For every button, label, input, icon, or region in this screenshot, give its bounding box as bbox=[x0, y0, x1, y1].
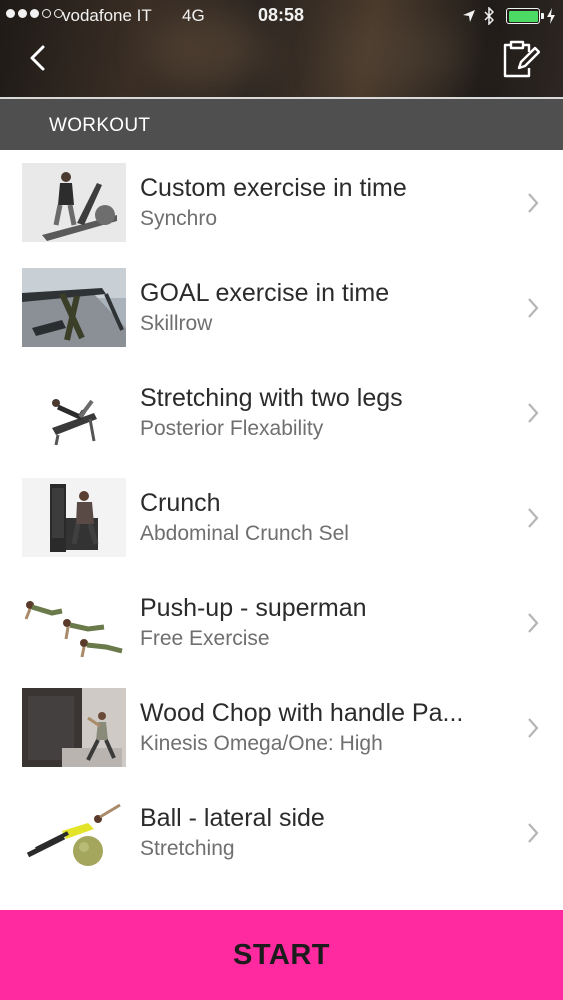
exercise-title: Ball - lateral side bbox=[140, 804, 325, 832]
exercise-equipment: Free Exercise bbox=[140, 627, 270, 650]
exercise-row[interactable]: Wood Chop with handle Pa... Kinesis Omeg… bbox=[0, 675, 563, 780]
exercise-equipment: Abdominal Crunch Sel bbox=[140, 522, 349, 545]
ball-stretch-photo bbox=[22, 793, 126, 872]
exercise-row-partial[interactable] bbox=[0, 885, 563, 910]
status-bar: vodafone IT 4G 08:58 bbox=[0, 0, 563, 32]
exercise-row[interactable]: Crunch Abdominal Crunch Sel bbox=[0, 465, 563, 570]
section-header: WORKOUT bbox=[0, 97, 563, 150]
clipboard-button[interactable] bbox=[498, 38, 540, 80]
exercise-equipment: Synchro bbox=[140, 207, 218, 230]
next-exercise-photo bbox=[22, 898, 126, 910]
kinesis-station-photo bbox=[22, 688, 126, 767]
exercise-row[interactable]: Custom exercise in time Synchro bbox=[0, 150, 563, 255]
exercise-equipment: Stretching bbox=[140, 837, 235, 860]
network-type: 4G bbox=[182, 6, 205, 25]
crunch-machine-photo bbox=[22, 478, 126, 557]
chevron-right-icon bbox=[528, 718, 539, 738]
chevron-right-icon bbox=[528, 613, 539, 633]
exercise-row[interactable]: Ball - lateral side Stretching bbox=[0, 780, 563, 885]
exercise-equipment: Kinesis Omega/One: High bbox=[140, 732, 383, 755]
exercise-title: Push-up - superman bbox=[140, 594, 367, 622]
battery-tip bbox=[541, 13, 544, 19]
chevron-right-icon bbox=[528, 193, 539, 213]
chevron-right-icon bbox=[528, 823, 539, 843]
exercise-title: Stretching with two legs bbox=[140, 384, 403, 412]
push-up-sequence-photo bbox=[22, 583, 126, 662]
exercise-list[interactable]: Custom exercise in time Synchro GOAL exe… bbox=[0, 150, 563, 910]
exercise-row[interactable]: Push-up - superman Free Exercise bbox=[0, 570, 563, 675]
elliptical-trainer-photo bbox=[22, 163, 126, 242]
exercise-row[interactable]: GOAL exercise in time Skillrow bbox=[0, 255, 563, 360]
battery-level bbox=[508, 10, 538, 22]
signal-dots-icon bbox=[6, 9, 63, 18]
exercise-title: Wood Chop with handle Pa... bbox=[140, 699, 464, 727]
clipboard-edit-icon bbox=[503, 40, 540, 78]
stretching-machine-photo bbox=[22, 373, 126, 452]
chevron-right-icon bbox=[528, 298, 539, 318]
exercise-row[interactable]: Stretching with two legs Posterior Flexa… bbox=[0, 360, 563, 465]
rowing-machine-photo bbox=[22, 268, 126, 347]
chevron-left-icon bbox=[30, 45, 45, 71]
exercise-equipment: Skillrow bbox=[140, 312, 213, 335]
carrier-name: vodafone IT bbox=[62, 6, 152, 25]
exercise-title: Custom exercise in time bbox=[140, 174, 407, 202]
chevron-right-icon bbox=[528, 508, 539, 528]
section-title: WORKOUT bbox=[49, 115, 151, 136]
exercise-title: Crunch bbox=[140, 489, 221, 517]
exercise-equipment: Posterior Flexability bbox=[140, 417, 324, 440]
charging-icon bbox=[547, 8, 555, 24]
start-button-label: START bbox=[232, 938, 330, 971]
status-time: 08:58 bbox=[258, 5, 305, 25]
header-bar: vodafone IT 4G 08:58 bbox=[0, 0, 563, 97]
back-button[interactable] bbox=[22, 40, 54, 76]
start-button[interactable]: START bbox=[0, 910, 563, 1000]
exercise-title: GOAL exercise in time bbox=[140, 279, 390, 307]
bluetooth-icon bbox=[484, 7, 494, 25]
battery-icon bbox=[506, 8, 540, 24]
location-arrow-icon bbox=[463, 10, 475, 22]
chevron-right-icon bbox=[528, 403, 539, 423]
